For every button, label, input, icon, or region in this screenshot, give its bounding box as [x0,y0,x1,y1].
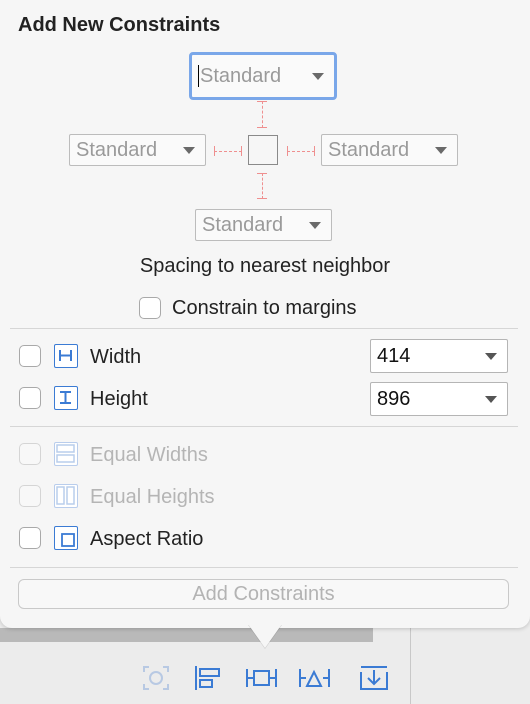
equal-heights-icon [54,484,78,508]
popover-arrow [248,624,282,648]
equal-widths-icon [54,442,78,466]
aspect-ratio-checkbox[interactable] [19,527,41,549]
bottom-guide-cap-end [257,198,267,199]
divider [10,426,518,427]
equal-heights-label: Equal Heights [90,486,215,508]
top-guide-cap-end [257,127,267,128]
height-label: Height [90,388,148,410]
chevron-down-icon[interactable] [435,146,447,154]
left-spacing-combo[interactable]: Standard [69,134,206,166]
width-value-combo[interactable]: 414 [370,339,508,373]
constrain-to-margins-checkbox[interactable] [139,297,161,319]
bottom-spacing-value: Standard [202,213,284,236]
bottom-spacing-combo[interactable]: Standard [195,209,332,241]
top-spacing-value: Standard [200,64,282,87]
chevron-down-icon[interactable] [183,146,195,154]
chevron-down-icon[interactable] [485,395,497,403]
width-label: Width [90,346,142,368]
height-value: 896 [377,387,411,410]
right-guide-cap-end [314,146,315,156]
top-guide-line [262,101,263,128]
align-icon[interactable] [193,664,223,692]
add-constraints-button[interactable]: Add Constraints [18,579,509,609]
divider [10,328,518,329]
right-spacing-combo[interactable]: Standard [321,134,458,166]
left-guide-cap-end [241,146,242,156]
width-checkbox[interactable] [19,345,41,367]
width-icon [54,344,78,368]
constrain-to-margins-label: Constrain to margins [172,297,357,319]
top-spacing-combo[interactable]: Standard [189,52,337,100]
text-cursor [198,65,199,88]
aspect-ratio-label: Aspect Ratio [90,528,204,550]
equal-heights-checkbox[interactable] [19,485,41,507]
right-spacing-value: Standard [328,138,410,161]
equal-widths-checkbox[interactable] [19,443,41,465]
height-value-combo[interactable]: 896 [370,382,508,416]
add-constraints-popover: Add New Constraints Standard Standard St… [0,0,530,628]
height-checkbox[interactable] [19,387,41,409]
embed-in-icon[interactable] [358,664,388,692]
right-guide-line [287,151,315,152]
width-value: 414 [377,344,411,367]
left-spacing-value: Standard [76,138,158,161]
left-guide-line [214,151,242,152]
chevron-down-icon[interactable] [312,72,324,80]
canvas-scroll-strip [0,628,373,642]
resolve-issues-icon[interactable] [298,664,330,692]
view-placeholder-box [248,135,278,165]
bottom-bar-right [411,628,530,704]
add-constraints-icon[interactable] [245,664,277,692]
chevron-down-icon[interactable] [309,221,321,229]
update-frames-icon[interactable] [141,664,171,692]
equal-widths-label: Equal Widths [90,444,208,466]
chevron-down-icon[interactable] [485,352,497,360]
aspect-ratio-icon [54,526,78,550]
popover-title: Add New Constraints [18,14,221,36]
bottom-guide-line [262,173,263,199]
divider [10,567,518,568]
height-icon [54,386,78,410]
spacing-description: Spacing to nearest neighbor [139,255,391,277]
